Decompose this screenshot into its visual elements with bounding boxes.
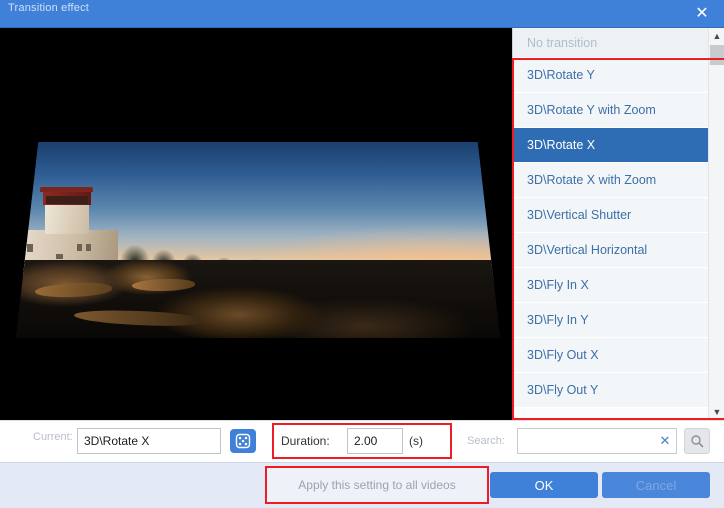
current-label: Current: — [33, 431, 73, 443]
transition-effect-dialog: Transition effect ✕ No transition 3D\Rot… — [0, 0, 724, 508]
list-item[interactable]: 3D\Rotate X with Zoom — [513, 163, 709, 198]
list-item[interactable]: 3D\Fly In X — [513, 268, 709, 303]
list-item[interactable]: 3D\Fly Out Y — [513, 373, 709, 408]
current-transition-input[interactable]: 3D\Rotate X — [77, 428, 221, 454]
transition-list-panel: No transition 3D\Rotate Y 3D\Rotate Y with… — [512, 28, 724, 420]
chevron-up-icon[interactable]: ▲ — [709, 28, 724, 44]
preview-frame — [0, 142, 512, 344]
search-label: Search: — [467, 435, 505, 447]
titlebar: Transition effect ✕ — [0, 0, 724, 28]
list-item-no-transition[interactable]: No transition — [513, 28, 709, 58]
list-item[interactable]: 3D\Rotate X — [513, 128, 709, 163]
duration-unit-label: (s) — [409, 434, 423, 448]
search-input[interactable] — [518, 429, 656, 453]
lighthouse-roof — [40, 187, 94, 192]
duration-input[interactable]: 2.00 — [347, 428, 403, 454]
list-item[interactable]: 3D\Rotate Y — [513, 58, 709, 93]
rocky-foreground — [16, 259, 500, 338]
window-title: Transition effect — [8, 2, 90, 14]
duration-label: Duration: — [281, 434, 330, 448]
search-button[interactable] — [684, 428, 710, 454]
list-scrollbar[interactable]: ▲ ▼ — [708, 28, 724, 420]
list-item[interactable]: 3D\Fly Out X — [513, 338, 709, 373]
apply-to-all-videos-button[interactable]: Apply this setting to all videos — [265, 466, 489, 504]
ok-button[interactable]: OK — [490, 472, 598, 498]
close-icon[interactable]: ✕ — [686, 2, 718, 26]
random-transition-button[interactable] — [230, 429, 256, 453]
transition-list[interactable]: No transition 3D\Rotate Y 3D\Rotate Y with… — [513, 28, 709, 420]
search-field-wrapper[interactable]: ✕ — [517, 428, 677, 454]
video-preview-area — [0, 28, 512, 420]
list-item[interactable]: 3D\Vertical Shutter — [513, 198, 709, 233]
window-shape — [26, 243, 34, 252]
close-x-icon[interactable]: ✕ — [658, 433, 672, 449]
window-shape — [85, 243, 92, 251]
scrollbar-thumb[interactable] — [710, 45, 724, 65]
window-shape — [55, 253, 64, 259]
list-item[interactable]: 3D\Fly In Y — [513, 303, 709, 338]
dice-icon — [235, 433, 251, 449]
apply-to-all-videos-label: Apply this setting to all videos — [298, 478, 456, 492]
list-item[interactable]: 3D\Vertical Horizontal — [513, 233, 709, 268]
chevron-down-icon[interactable]: ▼ — [709, 404, 724, 420]
preview-image — [16, 142, 500, 338]
search-icon — [691, 435, 704, 448]
window-shape — [76, 243, 83, 251]
list-item[interactable]: 3D\Rotate Y with Zoom — [513, 93, 709, 128]
lighthouse-lamp-glass — [46, 195, 89, 204]
cancel-button[interactable]: Cancel — [602, 472, 710, 498]
lighthouse-tower — [45, 200, 89, 235]
